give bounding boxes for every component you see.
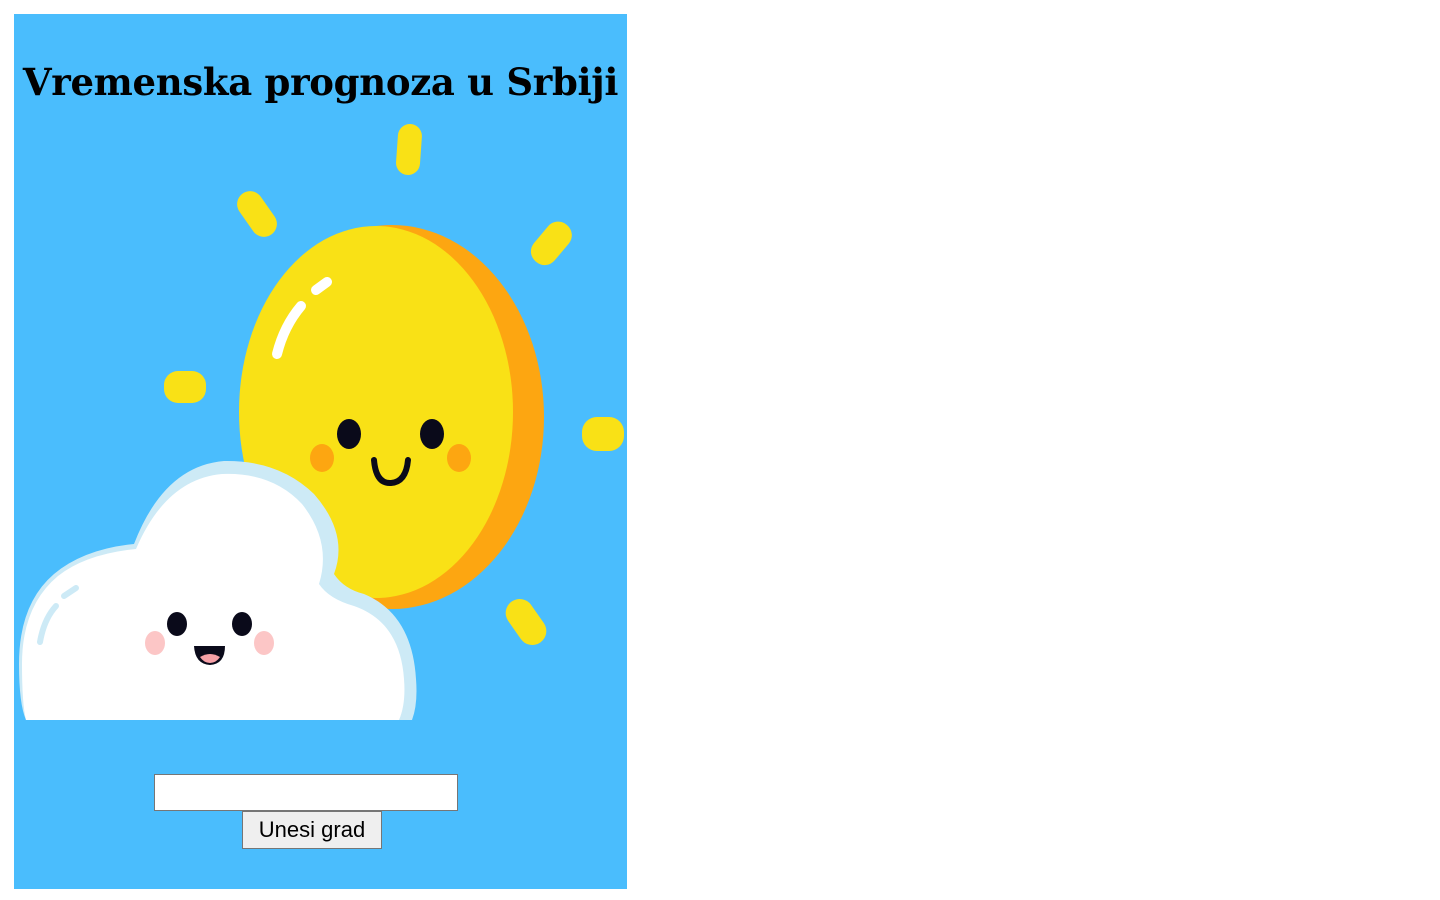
weather-panel: Vremenska prognoza u Srbiji Unesi grad — [14, 14, 627, 889]
city-input[interactable] — [154, 774, 458, 811]
sun-cloud-illustration — [19, 124, 624, 720]
submit-city-button[interactable]: Unesi grad — [242, 811, 382, 849]
